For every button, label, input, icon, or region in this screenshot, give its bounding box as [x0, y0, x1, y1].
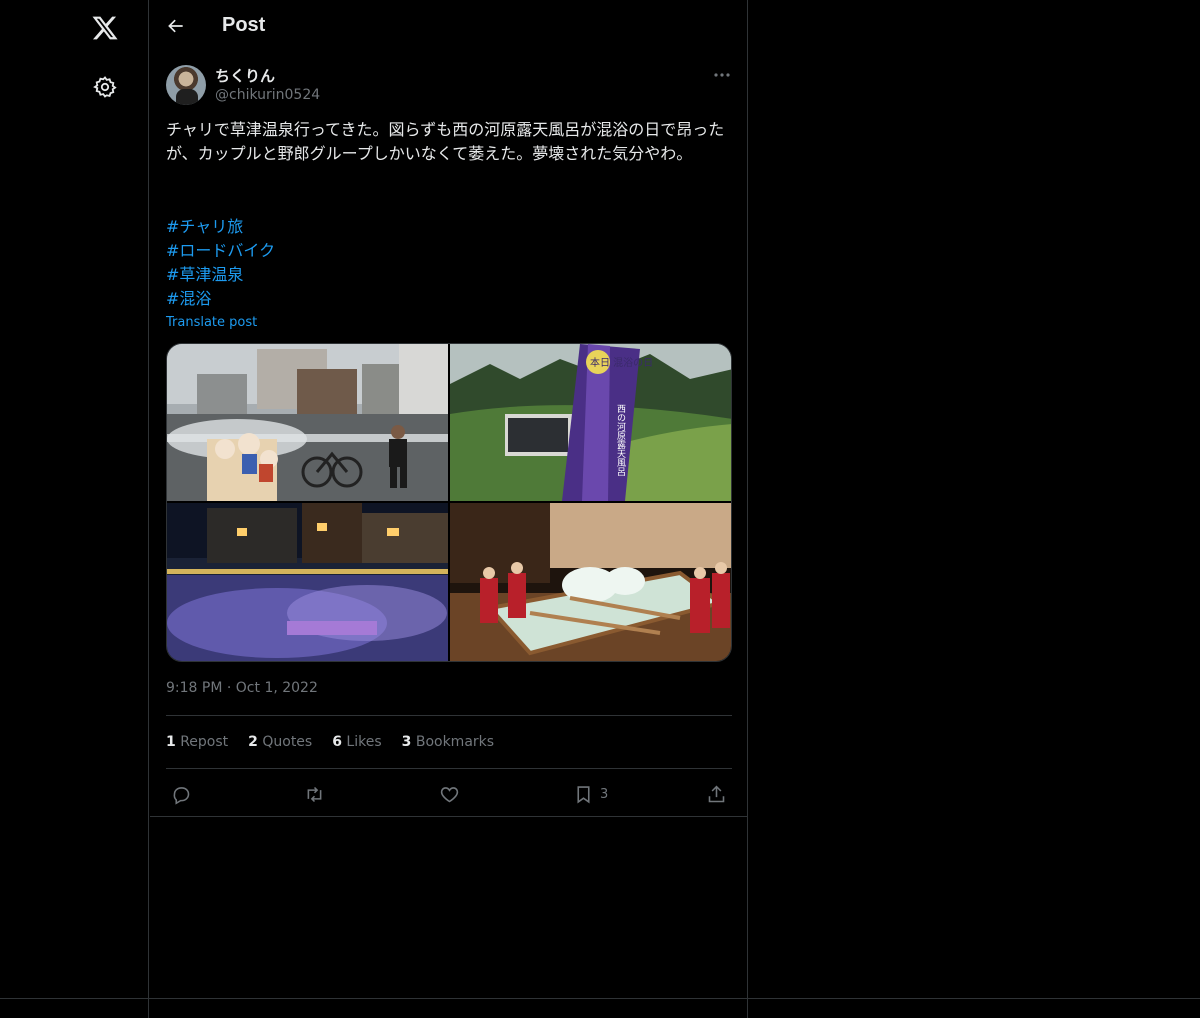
avatar-figure: [176, 89, 198, 105]
media-photo-3[interactable]: [167, 503, 448, 661]
page-title: Post: [222, 14, 266, 36]
reposts-label: Repost: [180, 734, 229, 750]
hashtag-link[interactable]: #チャリ旅: [166, 215, 732, 239]
media-photo-4[interactable]: [450, 503, 731, 661]
share-button[interactable]: [706, 782, 727, 806]
bookmark-icon: [577, 785, 590, 803]
repost-icon: [307, 786, 322, 802]
author-handle[interactable]: @chikurin0524: [215, 87, 320, 103]
post-detail-column: Post ちくりん @chikurin0524 チャリで草津温泉行ってきた。図ら…: [150, 0, 748, 1018]
likes-label: Likes: [346, 734, 382, 750]
post-date: Oct 1, 2022: [235, 680, 318, 696]
quotes-label: Quotes: [262, 734, 313, 750]
app-root: Post ちくりん @chikurin0524 チャリで草津温泉行ってきた。図ら…: [0, 0, 1200, 1018]
hashtag-list: #チャリ旅 #ロードバイク #草津温泉 #混浴: [166, 215, 732, 311]
divider: [166, 715, 732, 716]
post-stats: 1 Repost 2 Quotes 6 Likes 3 Bookmarks: [166, 734, 494, 750]
divider: [150, 816, 748, 817]
arrow-left-icon[interactable]: [166, 16, 186, 36]
reposts-count: 1: [166, 734, 176, 750]
reply-icon: [173, 786, 190, 805]
action-bar: 3: [150, 778, 748, 810]
quotes-count: 2: [248, 734, 258, 750]
bookmarks-count: 3: [401, 734, 412, 750]
reposts-stat[interactable]: 1 Repost: [166, 734, 228, 750]
media-photo-2[interactable]: 本日 混浴の日 西の河原露天風呂: [450, 344, 731, 501]
media-grid: 本日 混浴の日 西の河原露天風呂: [166, 343, 732, 662]
hashtag-link[interactable]: #混浴: [166, 287, 732, 311]
hashtag-link[interactable]: #ロードバイク: [166, 239, 732, 263]
quotes-stat[interactable]: 2 Quotes: [248, 734, 312, 750]
reply-button[interactable]: [171, 782, 192, 806]
likes-stat[interactable]: 6 Likes: [332, 734, 381, 750]
post-timestamp[interactable]: 9:18 PM · Oct 1, 2022: [166, 680, 318, 696]
bookmarks-label: Bookmarks: [415, 734, 495, 750]
post-time: 9:18 PM: [166, 680, 223, 696]
x-logo-icon[interactable]: [91, 14, 119, 42]
bottom-divider: [0, 998, 1200, 999]
banner-text: 本日 混浴の日: [590, 356, 653, 369]
author-name[interactable]: ちくりん: [215, 65, 275, 86]
gear-icon[interactable]: [93, 75, 117, 99]
bookmarks-stat[interactable]: 3 Bookmarks: [402, 734, 494, 750]
share-icon: [708, 785, 725, 802]
media-photo-1[interactable]: [167, 344, 448, 501]
post-text: チャリで草津温泉行ってきた。図らずも西の河原露天風呂が混浴の日で昂ったが、カップ…: [166, 120, 725, 163]
like-button[interactable]: [439, 782, 460, 806]
avatar[interactable]: [166, 65, 206, 105]
heart-icon: [440, 786, 459, 802]
bookmark-count: 3: [600, 786, 609, 802]
timestamp-separator: ·: [226, 680, 232, 696]
more-options-icon[interactable]: [712, 68, 732, 82]
banner-side-text: 西の河原露天風呂: [615, 404, 626, 477]
page-header: Post: [150, 0, 748, 53]
bookmark-button[interactable]: 3: [573, 782, 608, 806]
divider: [166, 768, 732, 769]
likes-count: 6: [332, 734, 342, 750]
translate-post-link[interactable]: Translate post: [166, 315, 257, 330]
left-nav: [0, 0, 149, 1018]
repost-button[interactable]: [304, 782, 325, 806]
hashtag-link[interactable]: #草津温泉: [166, 263, 732, 287]
